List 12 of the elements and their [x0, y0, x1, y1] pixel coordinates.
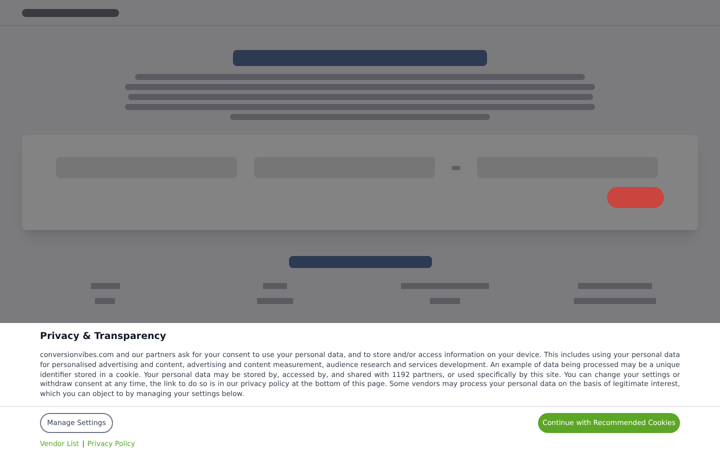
link-placeholder-bar[interactable] [263, 283, 287, 289]
link-placeholder-bar[interactable] [95, 298, 115, 304]
link-placeholder-bar[interactable] [257, 298, 293, 304]
link-placeholder-bar[interactable] [430, 298, 460, 304]
link-placeholder-bar[interactable] [401, 283, 489, 289]
link-placeholder-bar[interactable] [574, 298, 656, 304]
link-placeholder-bar[interactable] [90, 283, 120, 289]
text-placeholder-bar [452, 166, 460, 170]
consent-title: Privacy & Transparency [40, 330, 168, 344]
convert-button[interactable] [607, 187, 664, 208]
logo-bar[interactable] [22, 8, 119, 16]
link-placeholder-bar[interactable] [578, 283, 652, 289]
